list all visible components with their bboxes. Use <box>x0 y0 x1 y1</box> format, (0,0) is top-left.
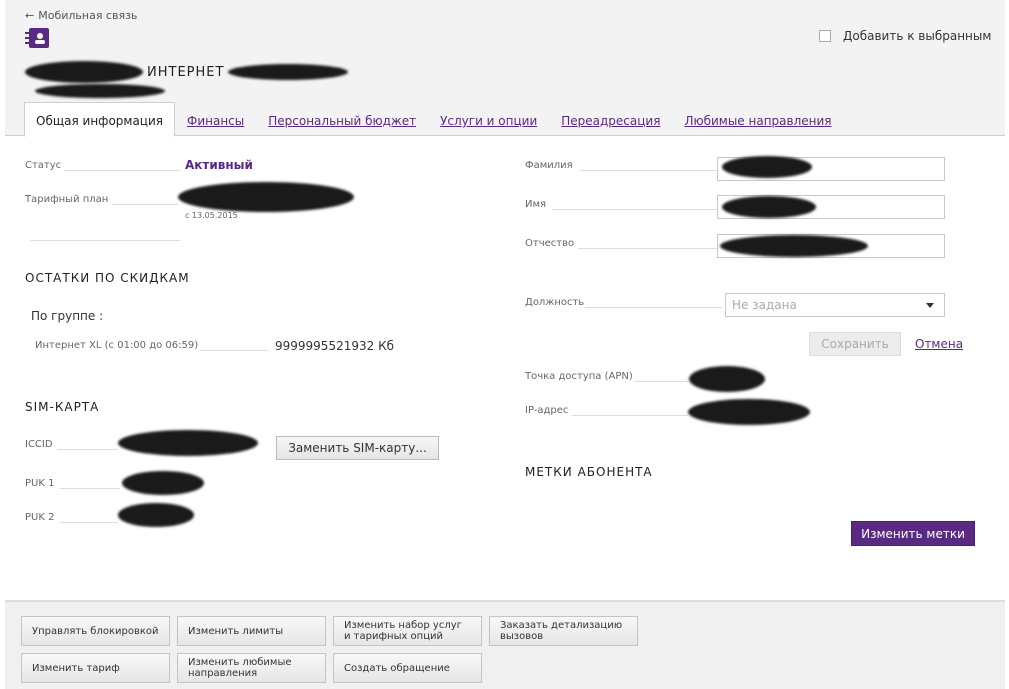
divider <box>552 209 720 210</box>
add-to-favorites[interactable]: Добавить к выбранным <box>819 29 991 43</box>
group-label: По группе : <box>31 309 104 323</box>
sim-card-icon <box>25 28 49 48</box>
position-select-value: Не задана <box>732 298 797 312</box>
ip-label: IP-адрес <box>525 405 569 416</box>
name-input[interactable] <box>717 195 945 219</box>
patronymic-label: Отчество <box>525 238 575 249</box>
change-services-button[interactable]: Изменить набор услуг и тарифных опций <box>333 616 482 646</box>
puk2-label: PUK 2 <box>25 512 55 523</box>
tab-services-options[interactable]: Услуги и опции <box>440 114 537 136</box>
tab-favorite-directions[interactable]: Любимые направления <box>684 114 831 136</box>
discount-item-value: 9999995521932 Кб <box>275 339 394 353</box>
tags-title: МЕТКИ АБОНЕНТА <box>525 465 653 479</box>
position-select[interactable]: Не задана <box>725 293 945 317</box>
order-call-details-button[interactable]: Заказать детализацию вызовов <box>489 616 638 646</box>
chevron-down-icon <box>926 303 934 308</box>
create-request-button[interactable]: Создать обращение <box>333 653 482 683</box>
tab-forwarding[interactable]: Переадресация <box>561 114 660 136</box>
tariff-label: Тарифный план <box>25 194 109 205</box>
cancel-link[interactable]: Отмена <box>915 337 963 351</box>
status-value: Активный <box>185 158 253 172</box>
divider <box>200 350 268 351</box>
divider <box>572 415 688 416</box>
change-limits-button[interactable]: Изменить лимиты <box>177 616 326 646</box>
redacted-iccid <box>118 430 258 456</box>
surname-input[interactable] <box>717 156 945 181</box>
name-label: Имя <box>525 199 547 210</box>
divider <box>60 488 120 489</box>
change-favorite-directions-button[interactable]: Изменить любимые направления <box>177 653 326 683</box>
redacted-name <box>722 196 816 218</box>
redacted-number <box>25 61 143 83</box>
save-button[interactable]: Сохранить <box>809 332 901 356</box>
tab-personal-budget[interactable]: Персональный бюджет <box>268 114 416 136</box>
divider <box>64 170 180 171</box>
sim-title: SIM-КАРТА <box>25 400 100 414</box>
page-title-row: ИНТЕРНЕТ <box>25 58 349 86</box>
position-label: Должность <box>525 297 585 308</box>
divider <box>30 240 180 241</box>
redacted-ip <box>688 399 810 425</box>
apn-label: Точка доступа (APN) <box>525 371 633 382</box>
redacted-puk1 <box>122 471 204 495</box>
manage-block-button[interactable]: Управлять блокировкой <box>21 616 170 646</box>
redacted-title-part <box>228 64 349 80</box>
discount-item-label: Интернет XL (с 01:00 до 06:59) <box>35 340 199 351</box>
status-label: Статус <box>25 160 62 171</box>
redacted-subtitle <box>35 84 165 98</box>
tab-bar: Общая информация Финансы Персональный бю… <box>24 101 856 137</box>
page-title: ИНТЕРНЕТ <box>147 64 225 80</box>
tariff-since: с 13.05.2015 <box>185 211 238 220</box>
replace-sim-button[interactable]: Заменить SIM-карту... <box>276 436 439 460</box>
tab-general-info[interactable]: Общая информация <box>24 102 175 137</box>
redacted-apn <box>689 366 765 392</box>
divider <box>58 449 118 450</box>
divider <box>60 522 118 523</box>
redacted-patronymic <box>720 235 868 257</box>
back-link-label: Мобильная связь <box>38 9 138 22</box>
action-footer: Управлять блокировкой Изменить лимиты Из… <box>5 600 1005 689</box>
redacted-surname <box>722 156 812 178</box>
back-link[interactable]: ← Мобильная связь <box>25 9 137 22</box>
puk1-label: PUK 1 <box>25 478 55 489</box>
redacted-tariff <box>178 182 354 212</box>
divider <box>585 307 722 308</box>
surname-label: Фамилия <box>525 160 573 171</box>
favorite-label: Добавить к выбранным <box>843 29 992 43</box>
favorite-checkbox[interactable] <box>819 30 831 42</box>
change-tariff-button[interactable]: Изменить тариф <box>21 653 170 683</box>
page-header: ← Мобильная связь Добавить к выбранным ИН… <box>5 0 1005 137</box>
redacted-puk2 <box>118 503 194 527</box>
edit-tags-button[interactable]: Изменить метки <box>851 521 975 546</box>
discounts-title: ОСТАТКИ ПО СКИДКАМ <box>25 271 190 285</box>
arrow-left-icon: ← <box>25 9 35 22</box>
iccid-label: ICCID <box>25 439 53 450</box>
divider <box>580 170 720 171</box>
divider <box>578 248 720 249</box>
divider <box>112 204 178 205</box>
patronymic-input[interactable] <box>717 234 945 258</box>
tab-finances[interactable]: Финансы <box>187 114 244 136</box>
divider <box>634 381 688 382</box>
